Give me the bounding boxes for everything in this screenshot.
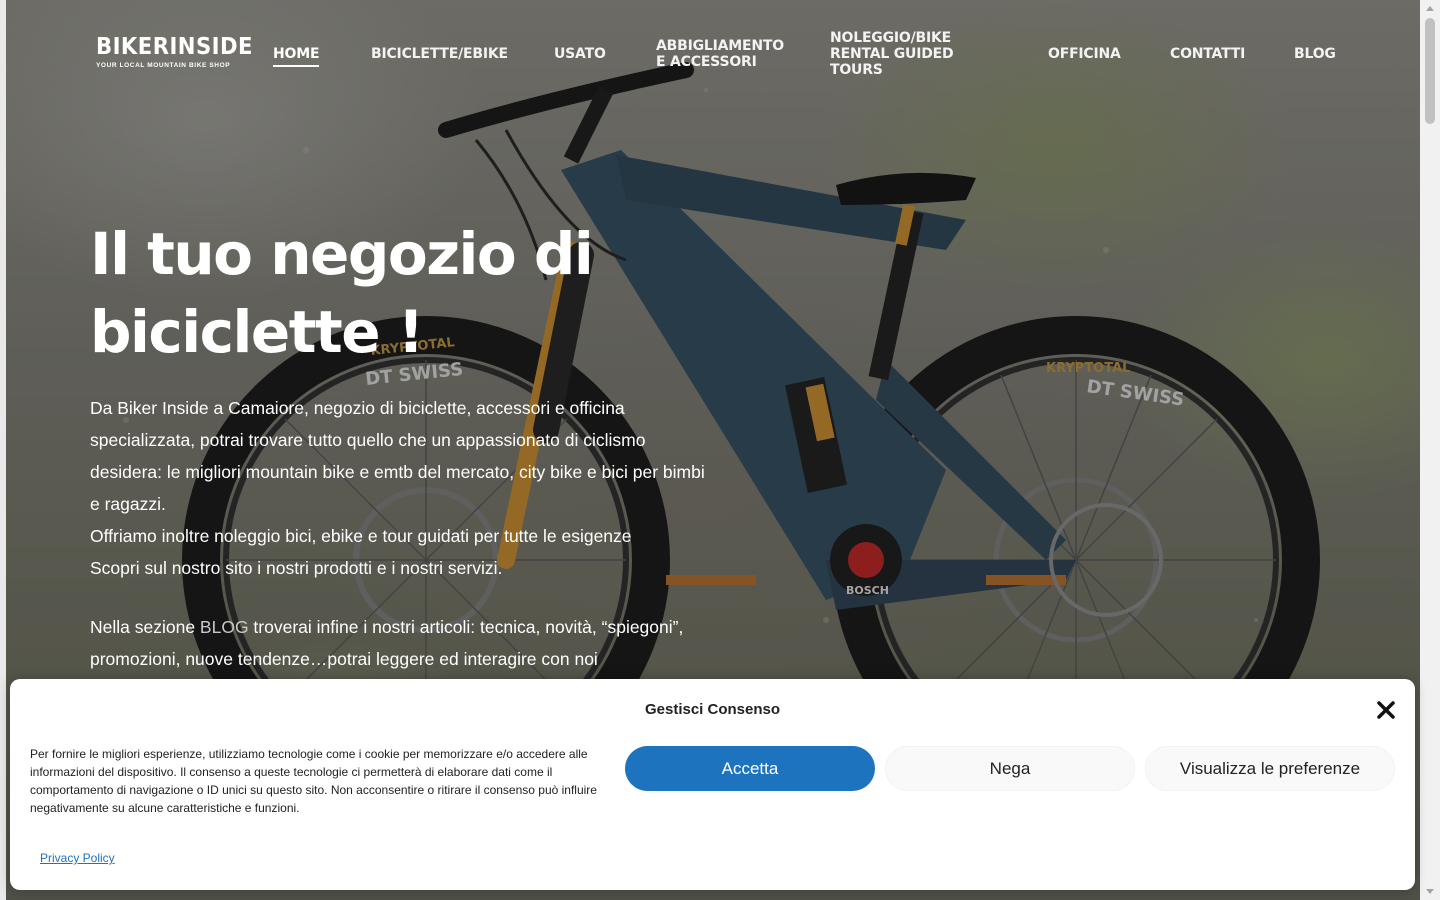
nav-item-officina[interactable]: OFFICINA bbox=[1048, 46, 1121, 62]
page-scrollbar[interactable] bbox=[1420, 0, 1440, 900]
accept-button[interactable]: Accetta bbox=[625, 746, 875, 791]
intro-paragraph-3: Scopri sul nostro sito i nostri prodotti… bbox=[90, 558, 503, 578]
nav-item-usato[interactable]: USATO bbox=[554, 46, 606, 62]
main-navigation: HOME BICICLETTE/EBIKE USATO ABBIGLIAMENT… bbox=[6, 30, 1420, 80]
cookie-consent-dialog: Gestisci Consenso Per fornire le miglior… bbox=[10, 679, 1415, 890]
consent-message: Per fornire le migliori esperienze, util… bbox=[30, 747, 597, 815]
scrollbar-thumb[interactable] bbox=[1425, 18, 1435, 124]
scroll-down-icon[interactable] bbox=[1426, 889, 1434, 894]
intro-paragraph-2: Offriamo inoltre noleggio bici, ebike e … bbox=[90, 526, 632, 546]
view-preferences-button[interactable]: Visualizza le preferenze bbox=[1145, 746, 1395, 791]
intro-paragraph-4: Nella sezione BLOG troverai infine i nos… bbox=[90, 617, 684, 669]
intro-paragraph-1: Da Biker Inside a Camaiore, negozio di b… bbox=[90, 398, 705, 514]
nav-item-abbigliamento[interactable]: ABBIGLIAMENTO E ACCESSORI bbox=[656, 38, 786, 70]
hero-intro: Da Biker Inside a Camaiore, negozio di b… bbox=[90, 392, 710, 675]
privacy-policy-link[interactable]: Privacy Policy bbox=[40, 851, 115, 865]
deny-button[interactable]: Nega bbox=[885, 746, 1135, 791]
nav-item-blog[interactable]: BLOG bbox=[1294, 46, 1336, 62]
hero-title: Il tuo negozio di biciclette ! bbox=[90, 220, 594, 366]
scroll-up-icon[interactable] bbox=[1426, 6, 1434, 11]
nav-item-noleggio[interactable]: NOLEGGIO/BIKE RENTAL GUIDED TOURS bbox=[830, 30, 960, 78]
nav-item-contatti[interactable]: CONTATTI bbox=[1170, 46, 1245, 62]
blog-inline-link[interactable]: BLOG bbox=[200, 617, 249, 637]
close-icon[interactable] bbox=[1375, 699, 1397, 721]
nav-item-biciclette[interactable]: BICICLETTE/EBIKE bbox=[371, 46, 508, 62]
consent-title: Gestisci Consenso bbox=[644, 701, 781, 718]
nav-item-home[interactable]: HOME bbox=[273, 46, 320, 67]
